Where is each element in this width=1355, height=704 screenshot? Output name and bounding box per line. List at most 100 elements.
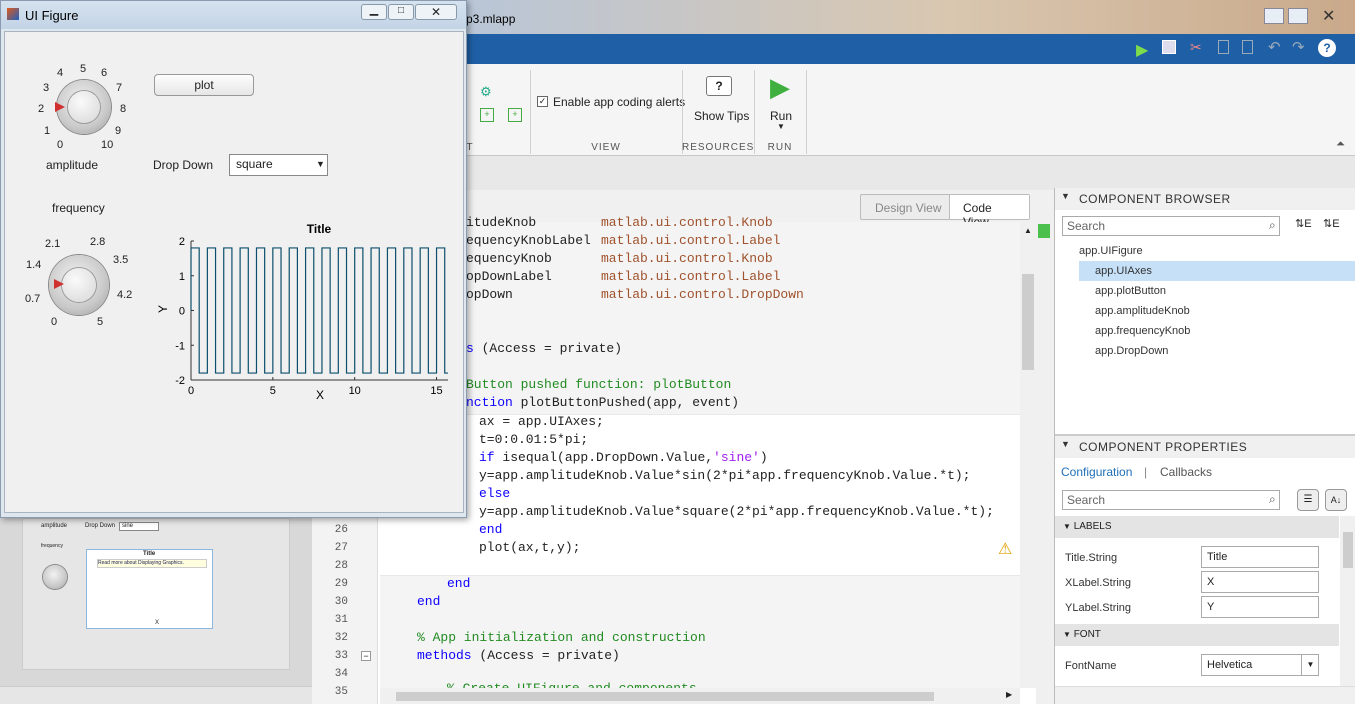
design-thumbnail[interactable]: amplitude Drop Down sine frequency Title…	[22, 518, 290, 670]
tree-item-frequencyknob[interactable]: app.frequencyKnob	[1095, 325, 1190, 337]
code-status-indicator	[1038, 224, 1050, 238]
canvas-scrollbar[interactable]	[0, 686, 312, 704]
ribbon-spacer	[466, 156, 1355, 190]
show-tips-button[interactable]: Show Tips	[694, 109, 749, 123]
labels-section-header[interactable]: ▼ LABELS	[1055, 516, 1339, 538]
component-properties-header[interactable]: ▼ COMPONENT PROPERTIES	[1055, 436, 1355, 458]
fold-icon[interactable]: −	[361, 651, 371, 661]
scroll-up-icon[interactable]: ▲	[1024, 226, 1032, 235]
insert-callback-icon[interactable]: ⚙	[480, 84, 494, 99]
amplitude-knob[interactable]	[55, 80, 111, 134]
code-prop-type: matlab.ui.control.Knob	[601, 251, 773, 266]
ui-axes[interactable]: Title X Y 0 5 10 15210-1-2	[155, 217, 455, 407]
line-number: 34	[334, 668, 348, 680]
copy-icon[interactable]	[1218, 40, 1229, 54]
undo-icon[interactable]: ↶	[1268, 38, 1281, 56]
search-icon: ⌕	[1269, 218, 1276, 232]
prop-label: Title.String	[1065, 552, 1118, 564]
help-icon[interactable]: ?	[1318, 39, 1336, 57]
group-label-run: RUN	[767, 142, 793, 153]
knob-tick: 5	[80, 63, 87, 75]
list-view-icon[interactable]: ☰	[1297, 489, 1319, 511]
tab-configuration[interactable]: Configuration	[1061, 465, 1132, 479]
chevron-down-icon[interactable]: ▼	[1301, 654, 1319, 676]
code-prop-type: matlab.ui.control.DropDown	[601, 287, 804, 302]
y-tick-label: 1	[179, 271, 185, 283]
scroll-thumb[interactable]	[1343, 532, 1353, 568]
matlab-icon	[7, 8, 19, 20]
tree-item-amplitudeknob[interactable]: app.amplitudeKnob	[1095, 305, 1190, 317]
editor-hscrollbar[interactable]: ▶	[380, 688, 1020, 704]
run-button[interactable]: Run	[770, 109, 792, 123]
tree-item-plotbutton[interactable]: app.plotButton	[1095, 285, 1166, 297]
component-search-input[interactable]: Search	[1062, 216, 1280, 236]
tab-callbacks[interactable]: Callbacks	[1160, 465, 1212, 479]
frequency-knob[interactable]	[49, 255, 109, 315]
toolstrip: ⚙ + + T ✓ Enable app coding alerts VIEW …	[466, 64, 1355, 156]
redo-icon[interactable]: ↷	[1292, 38, 1305, 56]
plot-button[interactable]: plot	[154, 74, 254, 96]
tree-item-dropdown[interactable]: app.DropDown	[1095, 345, 1168, 357]
figure-title: UI Figure	[25, 8, 79, 23]
hscroll-thumb[interactable]	[396, 692, 934, 701]
thumb-axes: Title Read more about Displaying Graphic…	[86, 549, 213, 629]
axes-group: 0 5 10 15210-1-2	[175, 236, 448, 397]
alerts-checkbox[interactable]: ✓	[537, 96, 548, 107]
prop-value-input[interactable]: Y	[1201, 596, 1319, 618]
thumb-tooltip: Read more about Displaying Graphics.	[97, 559, 207, 568]
knob-tick: 3.5	[113, 254, 129, 266]
show-tips-icon[interactable]: ?	[706, 76, 732, 96]
sort-az-icon[interactable]: A↓	[1325, 489, 1347, 511]
waveform-dropdown[interactable]: square ▼	[229, 154, 328, 176]
props-scrollbar[interactable]	[1340, 516, 1355, 686]
y-tick-label: -2	[175, 375, 185, 387]
tree-item-uiaxes[interactable]: app.UIAxes	[1095, 265, 1152, 277]
editor-vscrollbar[interactable]: ▲	[1020, 222, 1036, 688]
run-dropdown-icon[interactable]: ▼	[777, 122, 785, 131]
minimize-icon[interactable]: ▁	[361, 4, 387, 20]
paste-icon[interactable]	[1242, 40, 1253, 54]
scroll-right-icon[interactable]: ▶	[1006, 690, 1012, 699]
run-icon[interactable]: ▶	[770, 72, 790, 103]
warning-icon[interactable]: ⚠	[998, 539, 1012, 559]
component-browser-header[interactable]: ▼ COMPONENT BROWSER	[1055, 188, 1355, 210]
tree-root[interactable]: app.UIFigure	[1079, 245, 1143, 257]
line-number: 26	[334, 524, 348, 536]
close-icon[interactable]: ✕	[415, 4, 457, 20]
collapse-ribbon-icon[interactable]: ⏶	[1336, 138, 1345, 151]
line-number: 32	[334, 632, 348, 644]
tab-separator: |	[1144, 465, 1148, 479]
font-section-header[interactable]: ▼ FONT	[1055, 624, 1339, 646]
code-line: plot(ax,t,y);	[479, 540, 581, 555]
code-prop-name: opDown	[466, 287, 513, 302]
cut-icon[interactable]: ✂	[1190, 39, 1202, 56]
code-view-tab[interactable]: Code View	[949, 195, 1029, 229]
props-hscrollbar[interactable]	[1055, 686, 1355, 704]
design-view-tab[interactable]: Design View	[875, 201, 941, 215]
prop-value-input[interactable]: Title	[1201, 546, 1319, 568]
save-icon[interactable]	[1162, 40, 1176, 54]
knob-tick: 0	[51, 316, 58, 328]
dropdown-label: Drop Down	[153, 158, 214, 172]
run-quick-icon[interactable]: ▶	[1136, 40, 1148, 60]
maximize-icon[interactable]: □	[388, 4, 414, 20]
add-method-icon[interactable]: +	[508, 108, 522, 122]
close-icon[interactable]: ✕	[1322, 6, 1335, 26]
minimize-icon[interactable]	[1264, 8, 1284, 24]
code-prop-type: matlab.ui.control.Label	[601, 233, 781, 248]
y-tick-label: 0	[179, 306, 185, 318]
scroll-thumb[interactable]	[1022, 274, 1034, 370]
sort-ascending-icon[interactable]: ⇅E	[1295, 217, 1312, 230]
property-search-input[interactable]: Search	[1062, 490, 1280, 510]
knob-cap	[62, 268, 96, 302]
knob-tick: 6	[101, 67, 108, 79]
code-prop-name: equencyKnobLabel	[466, 233, 591, 248]
knob-tick: 4	[57, 67, 64, 79]
view-toggle: Design View Code View	[860, 194, 1030, 229]
code-prop-name: equencyKnob	[466, 251, 552, 266]
sort-descending-icon[interactable]: ⇅E	[1323, 217, 1340, 230]
maximize-icon[interactable]	[1288, 8, 1308, 24]
add-property-icon[interactable]: +	[480, 108, 494, 122]
thumb-xlabel: X	[155, 620, 160, 626]
prop-value-input[interactable]: X	[1201, 571, 1319, 593]
